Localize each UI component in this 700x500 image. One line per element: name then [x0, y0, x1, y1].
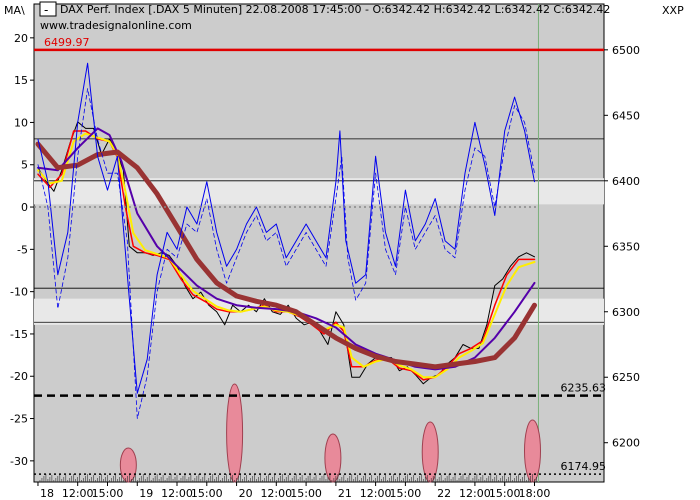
x-tick-label: 18:00: [519, 487, 551, 500]
x-tick-label: 12:00: [260, 487, 292, 500]
right-axis-tag: XXP: [662, 4, 684, 17]
left-tick-label: -5: [17, 243, 28, 256]
left-tick-label: 15: [14, 74, 28, 87]
left-tick-label: -25: [10, 413, 28, 426]
x-tick-label: 20: [239, 487, 253, 500]
volume-ellipse: [324, 433, 342, 483]
right-tick-label: 6250: [612, 371, 640, 384]
x-tick-label: 12:00: [161, 487, 193, 500]
right-tick-label: 6200: [612, 437, 640, 450]
right-tick-label: 6300: [612, 306, 640, 319]
left-tick-label: 20: [14, 32, 28, 45]
chart-title: DAX Perf. Index [.DAX 5 Minuten] 22.08.2…: [60, 3, 610, 16]
volume-ellipse: [421, 421, 439, 483]
right-tick-label: 6350: [612, 240, 640, 253]
dax-chart: 6499.976235.636174.95 20151050-5-10-15-2…: [4, 1, 684, 500]
plot-background: [33, 3, 605, 483]
x-tick-label: 15:00: [489, 487, 521, 500]
line-value-label: 6235.63: [561, 382, 607, 395]
x-tick-label: 15:00: [390, 487, 422, 500]
x-tick-label: 15:00: [290, 487, 322, 500]
collapse-icon[interactable]: -: [44, 3, 48, 17]
volume-ellipse: [226, 383, 244, 483]
left-tick-label: 10: [14, 116, 28, 129]
left-tick-label: 5: [21, 159, 28, 172]
x-tick-label: 12:00: [62, 487, 94, 500]
x-tick-label: 19: [139, 487, 153, 500]
left-tick-label: -20: [10, 370, 28, 383]
right-tick-label: 6400: [612, 175, 640, 188]
x-tick-label: 12:00: [459, 487, 491, 500]
left-tick-label: -15: [10, 328, 28, 341]
x-tick-label: 15:00: [92, 487, 124, 500]
right-tick-label: 6500: [612, 44, 640, 57]
line-value-label: 6174.95: [561, 460, 607, 473]
x-tick-label: 15:00: [191, 487, 223, 500]
x-tick-label: 18: [40, 487, 54, 500]
left-axis-tag: MA\: [4, 4, 25, 17]
highlight-band: [34, 298, 604, 325]
volume-ellipse: [119, 447, 137, 483]
x-tick-label: 22: [437, 487, 451, 500]
left-tick-label: -30: [10, 455, 28, 468]
left-tick-label: -10: [10, 286, 28, 299]
left-tick-label: 0: [21, 201, 28, 214]
volume-ellipse: [524, 419, 542, 483]
watermark-text: www.tradesignalonline.com: [40, 19, 192, 32]
line-value-label: 6499.97: [44, 36, 90, 49]
x-tick-label: 21: [338, 487, 352, 500]
right-tick-label: 6450: [612, 109, 640, 122]
x-tick-label: 12:00: [360, 487, 392, 500]
